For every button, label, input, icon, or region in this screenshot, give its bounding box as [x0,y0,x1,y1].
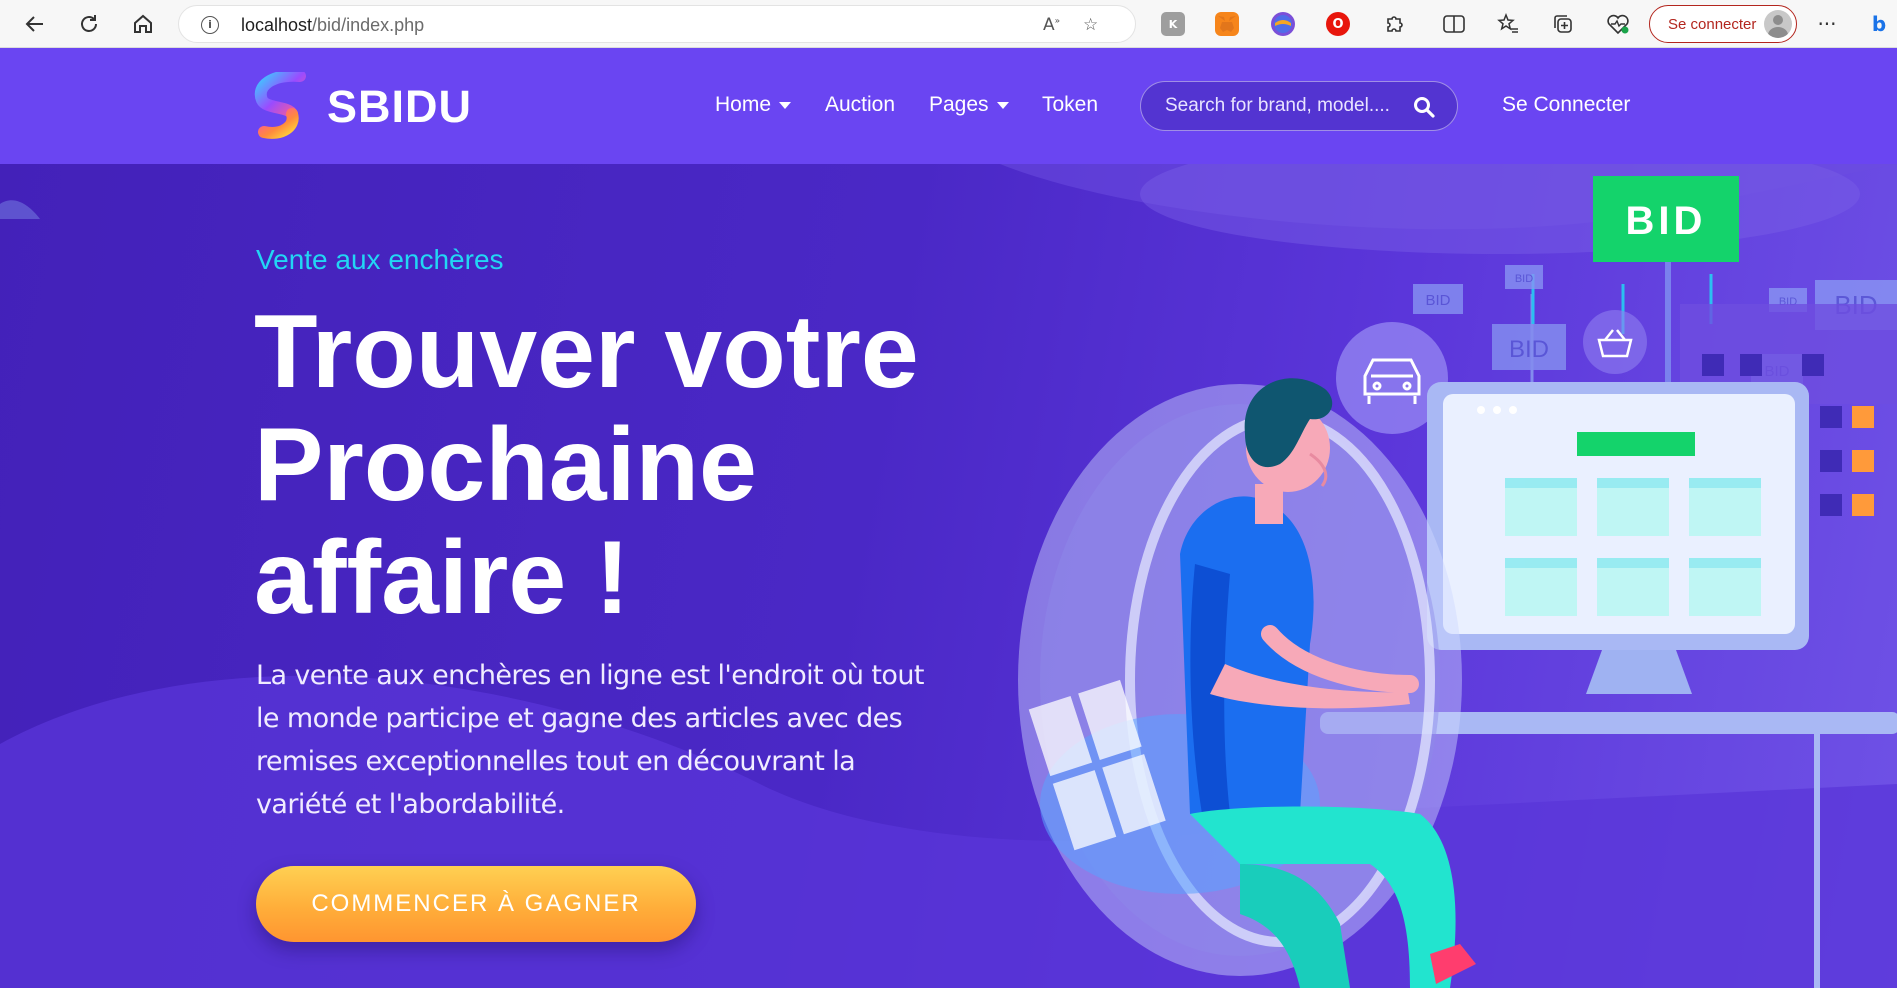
back-arrow-icon[interactable] [18,8,52,40]
performance-heart-icon[interactable] [1604,10,1632,38]
brand-name[interactable]: SBIDU [327,81,472,133]
more-menu-icon[interactable]: ··· [1813,10,1841,38]
browser-signin-label: Se connecter [1668,16,1757,33]
sbidu-logo-icon[interactable] [252,72,308,140]
extensions-puzzle-icon[interactable] [1380,10,1408,38]
nav-home-label: Home [715,93,772,116]
nav-home[interactable]: Home [715,93,792,117]
copilot-b-icon[interactable]: b [1865,10,1893,38]
bid-tag-medium: BID [1509,336,1549,363]
browser-toolbar: i localhost/bid/index.php A» ☆ K O Se co… [0,0,1897,48]
split-screen-icon[interactable] [1440,10,1468,38]
nav-pages[interactable]: Pages [929,93,1009,117]
metamask-fox-icon[interactable] [1215,12,1239,36]
bid-sign-large: BID [1626,199,1707,243]
bid-tag-small-1: BID [1425,292,1450,309]
extension-globe-icon[interactable] [1271,12,1295,36]
site-info-icon[interactable]: i [201,16,219,34]
login-link[interactable]: Se Connecter [1502,93,1630,117]
hero-section: Vente aux enchères Trouver votre Prochai… [0,164,1897,988]
nav-auction[interactable]: Auction [825,93,895,117]
nav-token[interactable]: Token [1042,93,1098,117]
headline-line-2: Prochaine [254,407,757,523]
chevron-down-icon [779,101,792,109]
headline-line-3: affaire ! [254,520,630,636]
site-search [1140,81,1458,131]
collections-icon[interactable] [1549,10,1577,38]
browser-signin-button[interactable]: Se connecter [1649,5,1797,43]
search-input[interactable] [1165,94,1405,118]
search-icon[interactable] [1413,96,1435,118]
favorite-star-icon[interactable]: ☆ [1083,15,1098,35]
favorites-icon[interactable] [1494,10,1522,38]
opera-o-icon[interactable]: O [1326,12,1350,36]
chevron-down-icon [996,101,1009,109]
address-url[interactable]: localhost/bid/index.php [241,15,424,36]
hero-headline: Trouver votre Prochaine affaire ! [254,296,974,635]
home-icon[interactable] [126,8,160,40]
read-aloud-icon[interactable]: A» [1043,15,1060,35]
hero-illustration: BID BID BID BID BID BID BID [1018,176,1897,988]
start-winning-button[interactable]: COMMENCER À GAGNER [256,866,696,942]
url-path: /bid/index.php [312,15,425,35]
nav-token-label: Token [1042,93,1099,116]
headline-line-1: Trouver votre [254,294,919,410]
nav-auction-label: Auction [825,93,896,116]
site-header: SBIDU Home Auction Pages Token Se Connec… [0,48,1897,164]
bid-tag-small-2: BID [1515,273,1533,285]
hero-description: La vente aux enchères en ligne est l'end… [256,660,924,820]
address-bar[interactable]: i localhost/bid/index.php A» ☆ [178,5,1136,43]
url-host: localhost [241,15,313,35]
profile-avatar-icon [1764,10,1792,38]
refresh-icon[interactable] [72,8,106,40]
nav-pages-label: Pages [929,93,989,116]
extension-k-icon[interactable]: K [1161,12,1185,36]
hero-eyebrow: Vente aux enchères [256,244,504,275]
